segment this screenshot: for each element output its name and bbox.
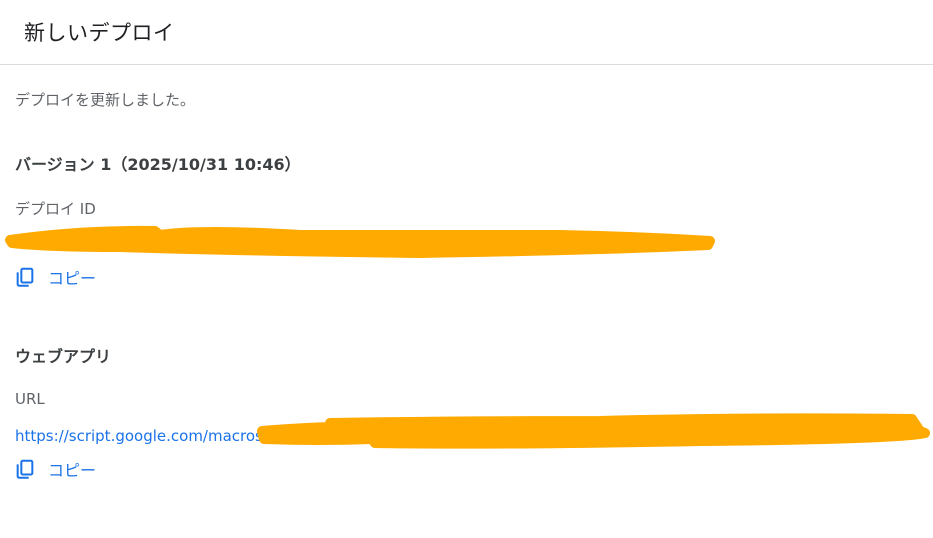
version-heading: バージョン 1（2025/10/31 10:46）: [15, 155, 301, 174]
redacted-url: [257, 413, 930, 449]
copy-icon: [14, 266, 36, 288]
success-message: デプロイを更新しました。: [15, 91, 196, 109]
copy-deploy-id-button[interactable]: コピー: [14, 265, 96, 289]
url-label: URL: [15, 390, 45, 408]
deploy-dialog: 新しいデプロイ デプロイを更新しました。 バージョン 1（2025/10/31 …: [0, 0, 933, 538]
copy-label: コピー: [48, 269, 97, 288]
copy-label: コピー: [48, 461, 97, 480]
dialog-title: 新しいデプロイ: [24, 21, 175, 45]
url-ellipsis: ...: [903, 427, 917, 443]
dialog-header: 新しいデプロイ: [0, 0, 933, 65]
copy-url-button[interactable]: コピー: [14, 457, 96, 481]
copy-icon: [14, 458, 36, 480]
redacted-deploy-id: [5, 225, 715, 258]
webapp-url-link[interactable]: https://script.google.com/macros: [15, 427, 263, 445]
webapp-heading: ウェブアプリ: [15, 347, 112, 366]
deploy-id-label: デプロイ ID: [15, 200, 96, 218]
